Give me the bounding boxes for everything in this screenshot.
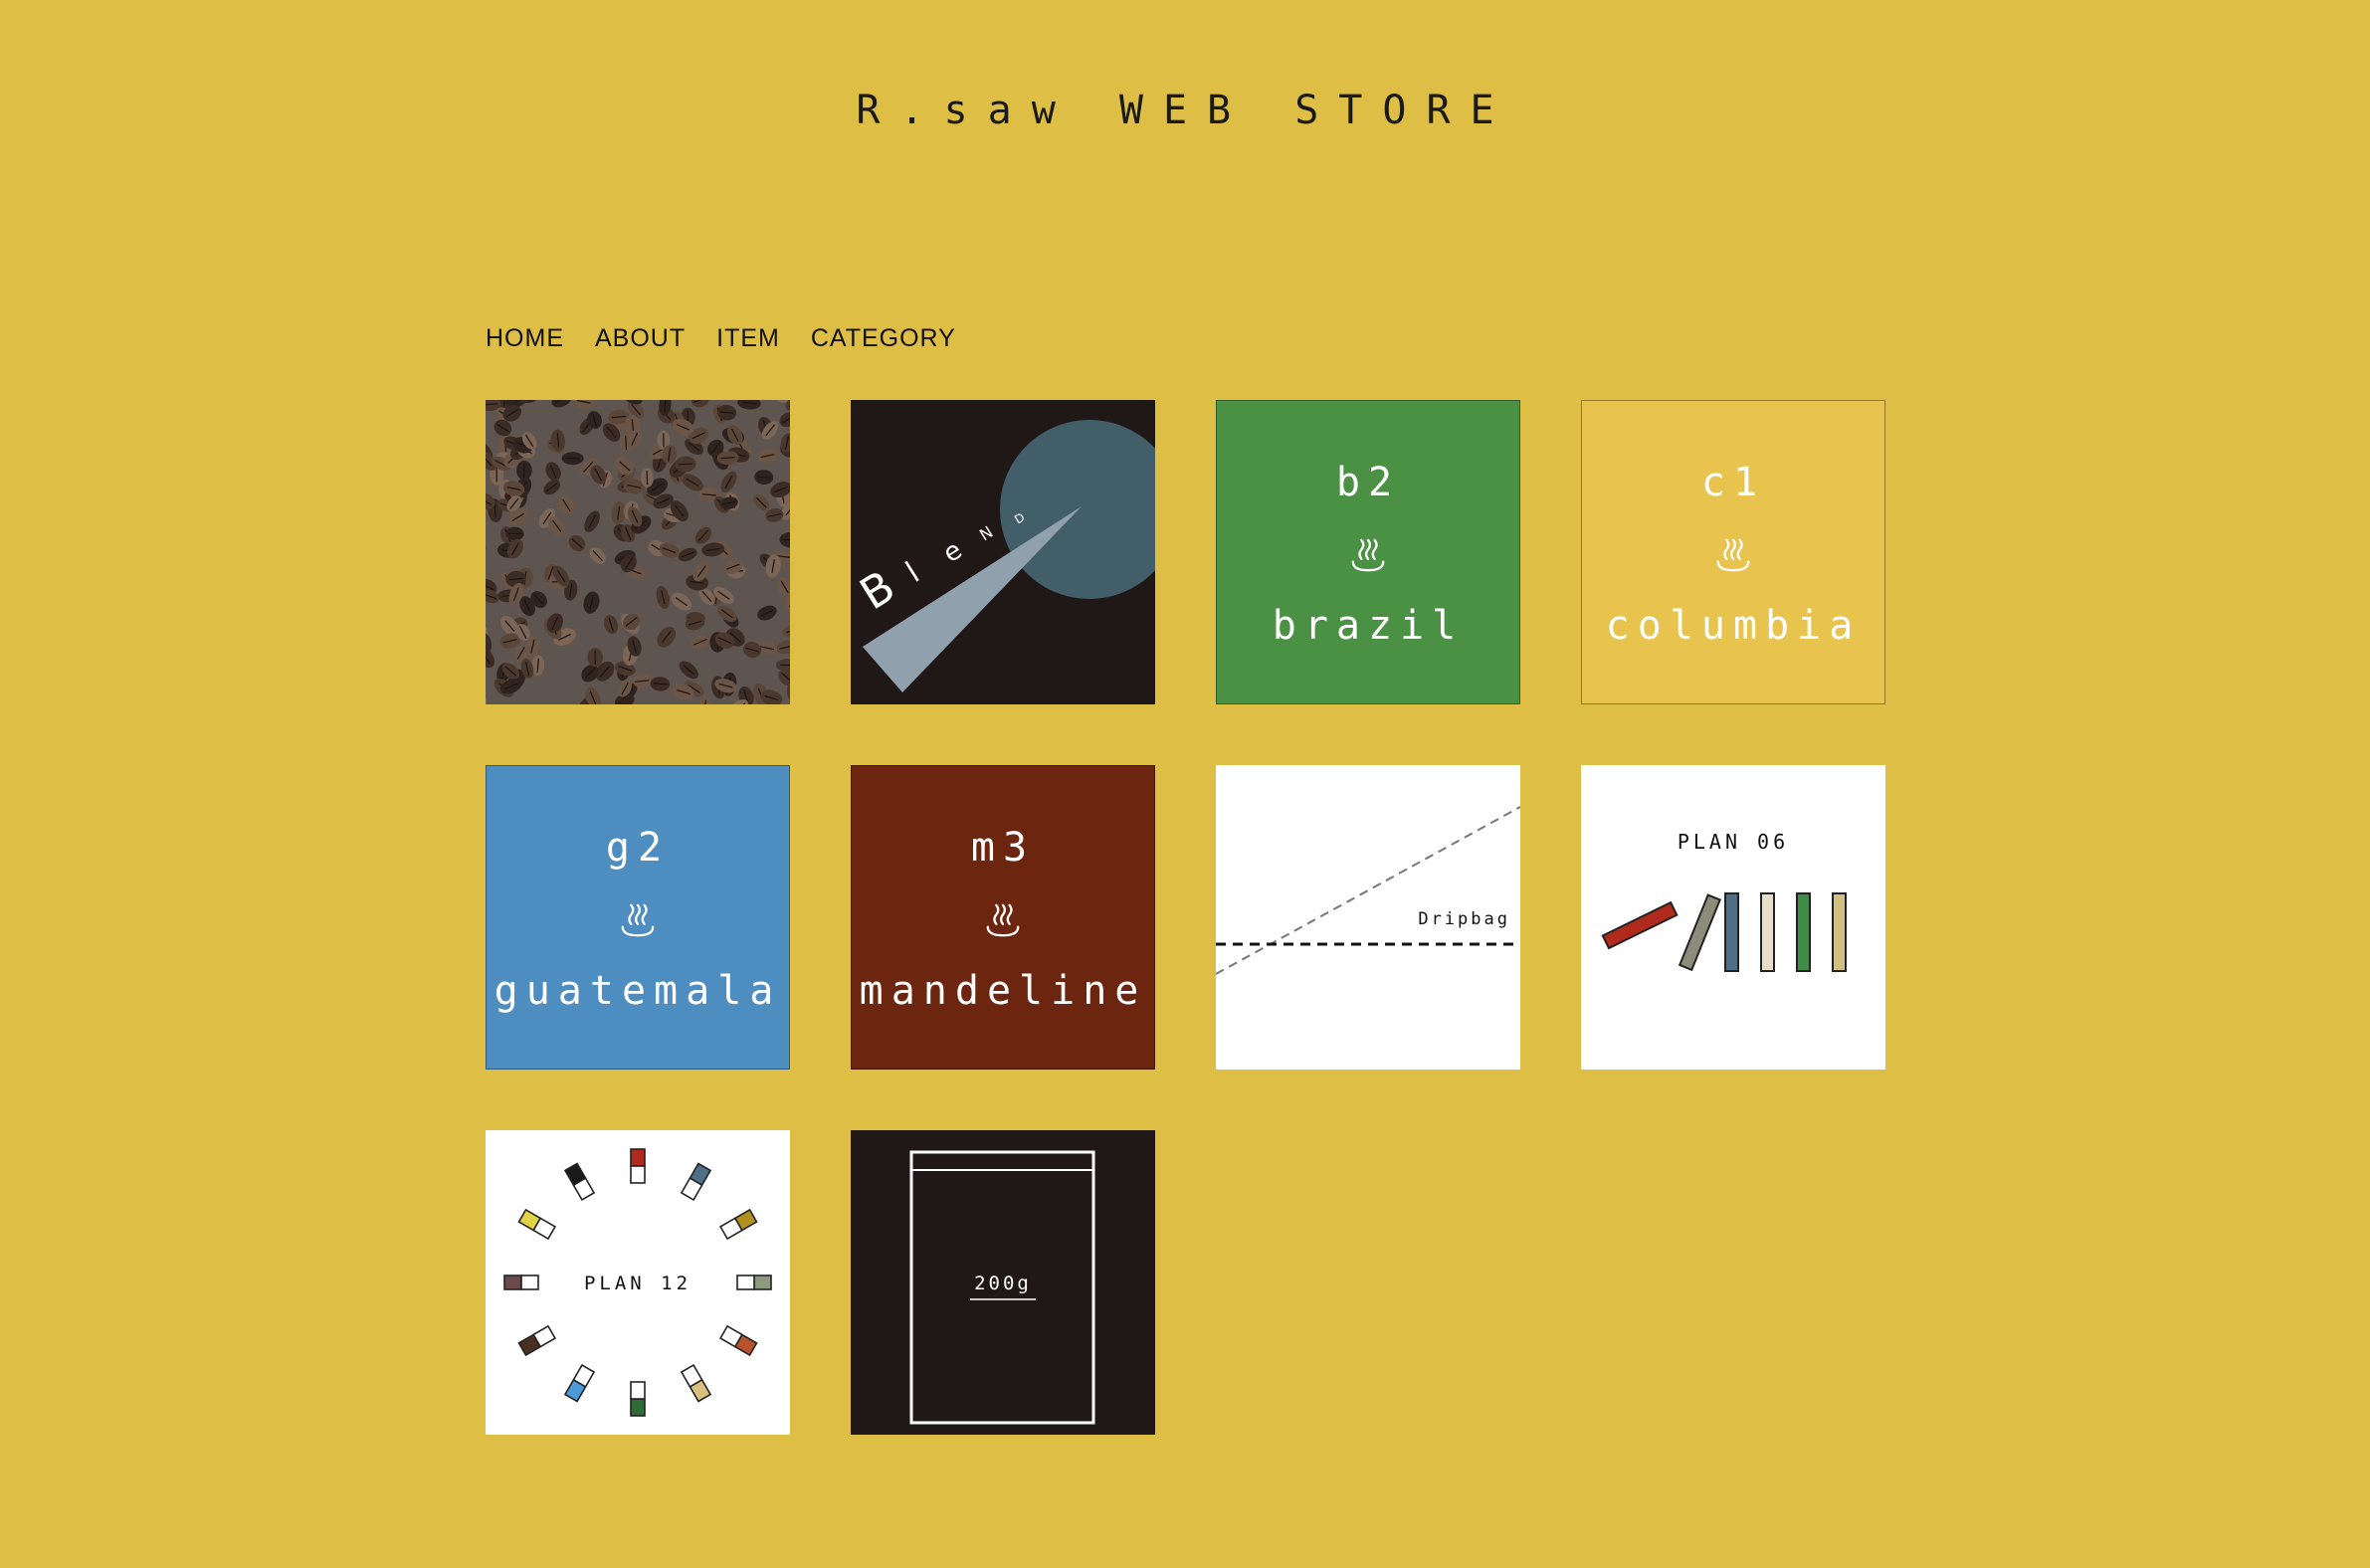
pack-green bbox=[1796, 892, 1811, 972]
product-tile-blend[interactable]: B l e N D bbox=[851, 400, 1155, 704]
product-tile-bag200[interactable]: 200g bbox=[851, 1130, 1155, 1435]
coffee-beans-photo bbox=[486, 400, 790, 704]
product-grid: B l e N D b2 brazil c1 columbia g2 guate… bbox=[486, 400, 1885, 1435]
product-tile-guatemala[interactable]: g2 guatemala bbox=[486, 765, 790, 1070]
plan12-pack bbox=[630, 1148, 646, 1184]
plan06-label: PLAN 06 bbox=[1678, 830, 1789, 854]
plan12-artwork: PLAN 12 bbox=[486, 1130, 790, 1435]
plan12-pack bbox=[736, 1274, 772, 1290]
product-code: b2 bbox=[1335, 460, 1401, 505]
plan06-artwork: PLAN 06 bbox=[1581, 765, 1885, 1070]
plan12-pack bbox=[503, 1274, 539, 1290]
nav-category[interactable]: CATEGORY bbox=[811, 324, 956, 353]
hot-springs-icon bbox=[1351, 538, 1385, 572]
pack-slate bbox=[1724, 892, 1739, 972]
product-name: guatemala bbox=[494, 968, 782, 1014]
plan12-label: PLAN 12 bbox=[584, 1273, 691, 1294]
nav-item[interactable]: ITEM bbox=[716, 324, 780, 353]
bag200-artwork: 200g bbox=[851, 1130, 1155, 1435]
product-code: m3 bbox=[970, 825, 1036, 871]
product-tile-beans[interactable] bbox=[486, 400, 790, 704]
hot-springs-icon bbox=[986, 903, 1020, 937]
plan12-pack bbox=[630, 1381, 646, 1417]
product-tile-plan06[interactable]: PLAN 06 bbox=[1581, 765, 1885, 1070]
hot-springs-icon bbox=[1716, 538, 1750, 572]
product-tile-mandeline[interactable]: m3 mandeline bbox=[851, 765, 1155, 1070]
dripbag-artwork: Dripbag bbox=[1216, 765, 1520, 1070]
main-nav: HOME ABOUT ITEM CATEGORY bbox=[486, 324, 956, 353]
product-tile-dripbag[interactable]: Dripbag bbox=[1216, 765, 1520, 1070]
pack-cream bbox=[1760, 892, 1775, 972]
blend-artwork: B l e N D bbox=[851, 400, 1155, 704]
dripbag-label: Dripbag bbox=[1418, 909, 1510, 929]
product-tile-brazil[interactable]: b2 brazil bbox=[1216, 400, 1520, 704]
product-tile-columbia[interactable]: c1 columbia bbox=[1581, 400, 1885, 704]
product-code: c1 bbox=[1700, 460, 1766, 505]
product-name: brazil bbox=[1272, 603, 1465, 649]
product-name: mandeline bbox=[859, 968, 1147, 1014]
nav-about[interactable]: ABOUT bbox=[595, 324, 686, 353]
pack-sand bbox=[1832, 892, 1847, 972]
product-tile-plan12[interactable]: PLAN 12 bbox=[486, 1130, 790, 1435]
site-title: R.saw WEB STORE bbox=[856, 88, 1514, 133]
bag-weight-label: 200g bbox=[974, 1273, 1032, 1294]
hot-springs-icon bbox=[621, 903, 655, 937]
product-code: g2 bbox=[605, 825, 671, 871]
nav-home[interactable]: HOME bbox=[486, 324, 564, 353]
product-name: columbia bbox=[1605, 603, 1862, 649]
